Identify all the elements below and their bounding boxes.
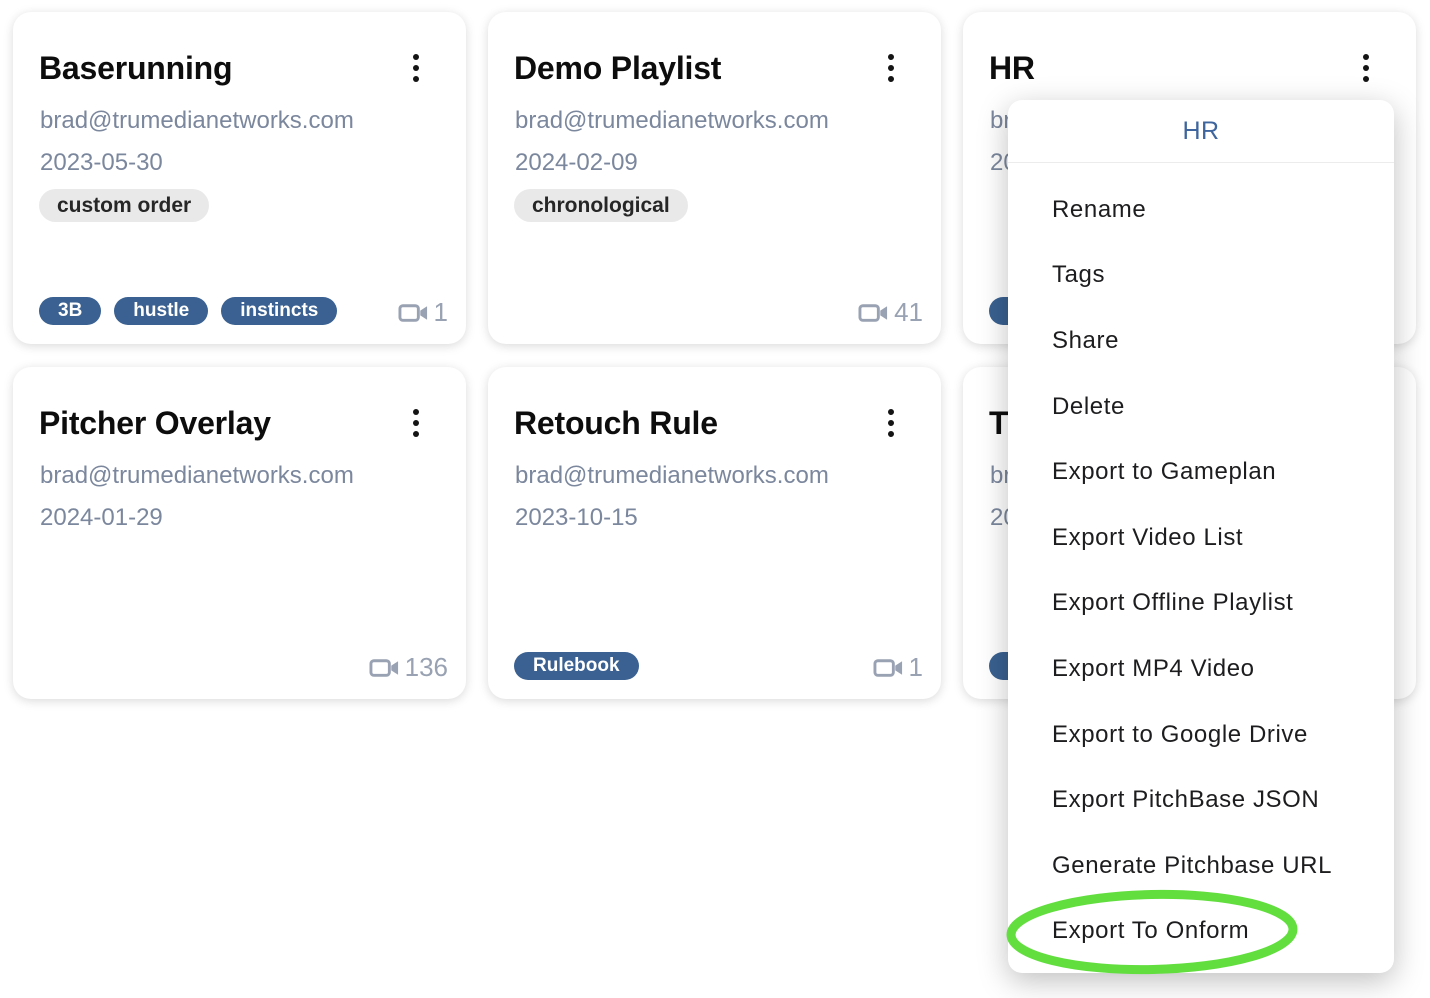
playlist-date: 2024-02-09 bbox=[515, 149, 638, 177]
video-count-number: 41 bbox=[894, 297, 923, 328]
tag-pill: hustle bbox=[114, 297, 208, 325]
playlist-card-pitcher-overlay[interactable]: Pitcher Overlay brad@trumedianetworks.co… bbox=[13, 367, 466, 699]
kebab-dots bbox=[888, 54, 894, 60]
kebab-menu-icon[interactable] bbox=[406, 54, 426, 88]
playlist-owner: brad@trumedianetworks.com bbox=[40, 107, 354, 135]
menu-item-delete[interactable]: Delete bbox=[1008, 374, 1394, 440]
video-camera-icon bbox=[398, 301, 429, 325]
video-camera-icon bbox=[858, 301, 889, 325]
tag-list: Rulebook bbox=[514, 652, 831, 680]
context-menu: HR Rename Tags Share Delete Export to Ga… bbox=[1008, 100, 1394, 973]
menu-item-tags[interactable]: Tags bbox=[1008, 243, 1394, 309]
kebab-dots bbox=[413, 54, 419, 60]
video-count-number: 136 bbox=[405, 652, 448, 683]
tag-pill: instincts bbox=[221, 297, 337, 325]
video-count: 1 bbox=[398, 297, 448, 328]
playlist-card-baserunning[interactable]: Baserunning brad@trumedianetworks.com 20… bbox=[13, 12, 466, 344]
video-camera-icon bbox=[873, 656, 904, 680]
video-count: 41 bbox=[858, 297, 923, 328]
kebab-menu-icon[interactable] bbox=[881, 409, 901, 443]
menu-item-export-offline-playlist[interactable]: Export Offline Playlist bbox=[1008, 571, 1394, 637]
playlist-title: Baserunning bbox=[39, 50, 396, 87]
playlist-owner: brad@trumedianetworks.com bbox=[40, 462, 354, 490]
playlist-date: 2023-10-15 bbox=[515, 504, 638, 532]
menu-item-share[interactable]: Share bbox=[1008, 308, 1394, 374]
playlist-title: Pitcher Overlay bbox=[39, 405, 396, 442]
menu-item-generate-pitchbase-url[interactable]: Generate Pitchbase URL bbox=[1008, 833, 1394, 899]
menu-item-rename[interactable]: Rename bbox=[1008, 177, 1394, 243]
kebab-dots bbox=[888, 409, 894, 415]
menu-item-export-to-gameplan[interactable]: Export to Gameplan bbox=[1008, 439, 1394, 505]
menu-item-export-mp4-video[interactable]: Export MP4 Video bbox=[1008, 636, 1394, 702]
video-count-number: 1 bbox=[434, 297, 448, 328]
kebab-menu-icon[interactable] bbox=[881, 54, 901, 88]
tag-pill: 3B bbox=[39, 297, 101, 325]
kebab-dots bbox=[1363, 54, 1369, 60]
menu-item-export-to-onform[interactable]: Export To Onform bbox=[1008, 899, 1394, 965]
playlist-owner: brad@trumedianetworks.com bbox=[515, 107, 829, 135]
playlist-title: Demo Playlist bbox=[514, 50, 871, 87]
sort-order-chip: custom order bbox=[39, 189, 209, 222]
menu-item-export-to-google-drive[interactable]: Export to Google Drive bbox=[1008, 702, 1394, 768]
playlist-owner: brad@trumedianetworks.com bbox=[515, 462, 829, 490]
context-menu-title: HR bbox=[1008, 100, 1394, 163]
menu-item-export-video-list[interactable]: Export Video List bbox=[1008, 505, 1394, 571]
tag-pill: Rulebook bbox=[514, 652, 639, 680]
context-menu-list: Rename Tags Share Delete Export to Gamep… bbox=[1008, 163, 1394, 964]
playlist-title: HR bbox=[989, 50, 1346, 87]
sort-order-chip: chronological bbox=[514, 189, 688, 222]
kebab-menu-icon[interactable] bbox=[406, 409, 426, 443]
playlist-date: 2023-05-30 bbox=[40, 149, 163, 177]
playlist-card-retouch-rule[interactable]: Retouch Rule brad@trumedianetworks.com 2… bbox=[488, 367, 941, 699]
playlist-card-demo-playlist[interactable]: Demo Playlist brad@trumedianetworks.com … bbox=[488, 12, 941, 344]
video-camera-icon bbox=[369, 656, 400, 680]
kebab-dots bbox=[413, 409, 419, 415]
video-count: 1 bbox=[873, 652, 923, 683]
video-count: 136 bbox=[369, 652, 448, 683]
menu-item-export-pitchbase-json[interactable]: Export PitchBase JSON bbox=[1008, 767, 1394, 833]
tag-list: 3B hustle instincts bbox=[39, 297, 356, 325]
kebab-menu-icon[interactable] bbox=[1356, 54, 1376, 88]
playlist-date: 2024-01-29 bbox=[40, 504, 163, 532]
playlist-title: Retouch Rule bbox=[514, 405, 871, 442]
video-count-number: 1 bbox=[909, 652, 923, 683]
